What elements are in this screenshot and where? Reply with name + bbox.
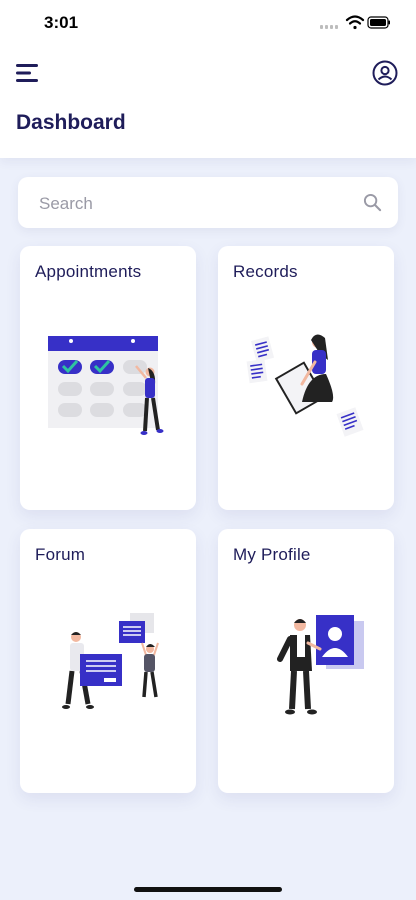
battery-icon bbox=[367, 16, 390, 29]
home-indicator[interactable] bbox=[134, 887, 282, 892]
user-circle-icon[interactable] bbox=[372, 60, 398, 86]
menu-icon[interactable] bbox=[16, 63, 40, 83]
my-profile-card[interactable]: My Profile bbox=[218, 529, 394, 793]
records-card[interactable]: Records bbox=[218, 246, 394, 510]
search-input[interactable] bbox=[37, 177, 361, 230]
my-profile-card-title: My Profile bbox=[233, 545, 311, 564]
wifi-icon bbox=[345, 15, 365, 30]
records-card-title: Records bbox=[233, 262, 298, 281]
page-title: Dashboard bbox=[16, 111, 126, 134]
status-time: 3:01 bbox=[44, 13, 79, 32]
status-icons bbox=[320, 15, 390, 30]
forum-card[interactable]: Forum bbox=[20, 529, 196, 793]
search-icon[interactable] bbox=[363, 193, 382, 212]
signal-icon bbox=[320, 25, 338, 29]
top-app-bar: 3:01 Dashboard bbox=[0, 0, 416, 158]
forum-card-title: Forum bbox=[35, 545, 86, 564]
calendar-illustration bbox=[48, 336, 164, 435]
records-illustration bbox=[246, 334, 364, 437]
appointments-card-title: Appointments bbox=[35, 262, 142, 281]
profile-illustration bbox=[277, 615, 364, 715]
search-bar[interactable] bbox=[18, 177, 398, 230]
forum-illustration bbox=[62, 613, 159, 709]
appointments-card[interactable]: Appointments bbox=[20, 246, 196, 510]
